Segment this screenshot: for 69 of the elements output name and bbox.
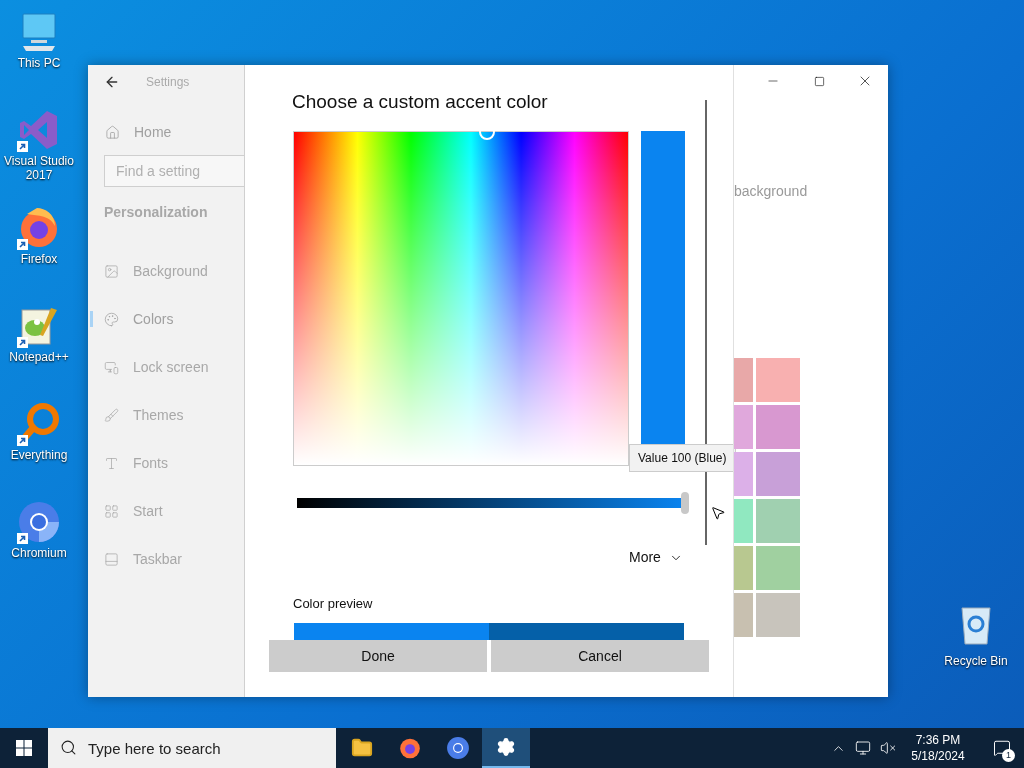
color-swatch[interactable] bbox=[756, 593, 800, 637]
shortcut-arrow-icon bbox=[17, 533, 28, 544]
nav-item[interactable]: Lock screen bbox=[88, 343, 244, 391]
section-heading: Personalization bbox=[103, 203, 209, 222]
taskbar-icon bbox=[104, 551, 119, 567]
gear-icon bbox=[496, 737, 516, 757]
nav-item[interactable]: Background bbox=[88, 247, 244, 295]
desktop-shortcut[interactable]: Everything bbox=[0, 402, 78, 486]
nav-item[interactable]: Colors bbox=[88, 295, 244, 343]
chromium-icon bbox=[17, 500, 61, 544]
notification-count: 1 bbox=[1002, 749, 1015, 762]
back-button[interactable] bbox=[104, 74, 120, 90]
dialog-button[interactable]: Done bbox=[269, 640, 487, 672]
desktop-shortcut[interactable]: Recycle Bin bbox=[940, 602, 1012, 670]
dialog-button[interactable]: Cancel bbox=[491, 640, 709, 672]
chromium-icon bbox=[446, 736, 470, 760]
picture-icon bbox=[104, 263, 119, 279]
desktop-shortcut[interactable]: Visual Studio 2017 bbox=[0, 108, 78, 192]
muted-speaker-icon[interactable] bbox=[880, 740, 896, 756]
fonts-icon bbox=[104, 455, 119, 471]
color-swatch[interactable] bbox=[734, 499, 753, 543]
color-swatch[interactable] bbox=[756, 546, 800, 590]
shortcut-arrow-icon bbox=[17, 141, 28, 152]
scrollbar[interactable] bbox=[705, 100, 707, 545]
color-swatch[interactable] bbox=[756, 452, 800, 496]
search-field[interactable]: Find a setting bbox=[104, 155, 244, 187]
fox-globe-icon bbox=[398, 736, 422, 760]
maximize-icon bbox=[813, 75, 825, 87]
dialog-title: Choose a custom accent color bbox=[292, 90, 548, 114]
network-icon[interactable] bbox=[855, 740, 871, 756]
home-nav-item[interactable]: Home bbox=[88, 120, 244, 144]
shortcut-arrow-icon bbox=[17, 337, 28, 348]
desktop-shortcut[interactable]: Notepad++ bbox=[0, 304, 78, 388]
clock[interactable]: 7:36 PM 5/18/2024 bbox=[905, 732, 971, 764]
shortcut-arrow-icon bbox=[17, 239, 28, 250]
color-swatch[interactable] bbox=[734, 358, 753, 402]
color-swatch[interactable] bbox=[734, 452, 753, 496]
folder-icon bbox=[351, 737, 373, 759]
palette-icon bbox=[104, 311, 119, 327]
color-swatch[interactable] bbox=[756, 499, 800, 543]
desktop-shortcut[interactable]: Firefox bbox=[0, 206, 78, 290]
preview-label: Color preview bbox=[293, 595, 373, 613]
mouse-cursor-icon bbox=[710, 505, 726, 521]
taskbar-search-field[interactable]: Type here to search bbox=[48, 728, 336, 768]
more-button[interactable]: More bbox=[629, 547, 683, 568]
notifications-icon[interactable] bbox=[993, 739, 1011, 757]
desktop-shortcut[interactable]: Chromium bbox=[0, 500, 78, 584]
tooltip: Value 100 (Blue) bbox=[629, 444, 736, 472]
brush-icon bbox=[104, 407, 119, 423]
shortcut-arrow-icon bbox=[17, 435, 28, 446]
windows-logo-icon bbox=[16, 740, 32, 756]
window-title: Settings bbox=[146, 74, 190, 91]
color-swatch[interactable] bbox=[756, 358, 800, 402]
color-swatch[interactable] bbox=[756, 405, 800, 449]
nav-item[interactable]: Taskbar bbox=[88, 535, 244, 583]
search-icon bbox=[60, 739, 77, 756]
nav-item[interactable]: Fonts bbox=[88, 439, 244, 487]
tiles-icon bbox=[104, 503, 119, 519]
home-icon bbox=[105, 124, 120, 140]
slider-thumb[interactable] bbox=[681, 492, 689, 514]
nav-item[interactable]: Start bbox=[88, 487, 244, 535]
desktop-shortcut[interactable]: This PC bbox=[0, 10, 78, 94]
nav-item[interactable]: Themes bbox=[88, 391, 244, 439]
taskbar-app[interactable] bbox=[482, 728, 530, 768]
color-swatch[interactable] bbox=[734, 593, 753, 637]
color-swatch[interactable] bbox=[734, 405, 753, 449]
setting-text: background bbox=[734, 182, 808, 201]
lock-screen-icon bbox=[104, 359, 119, 375]
color-swatch[interactable] bbox=[734, 546, 753, 590]
